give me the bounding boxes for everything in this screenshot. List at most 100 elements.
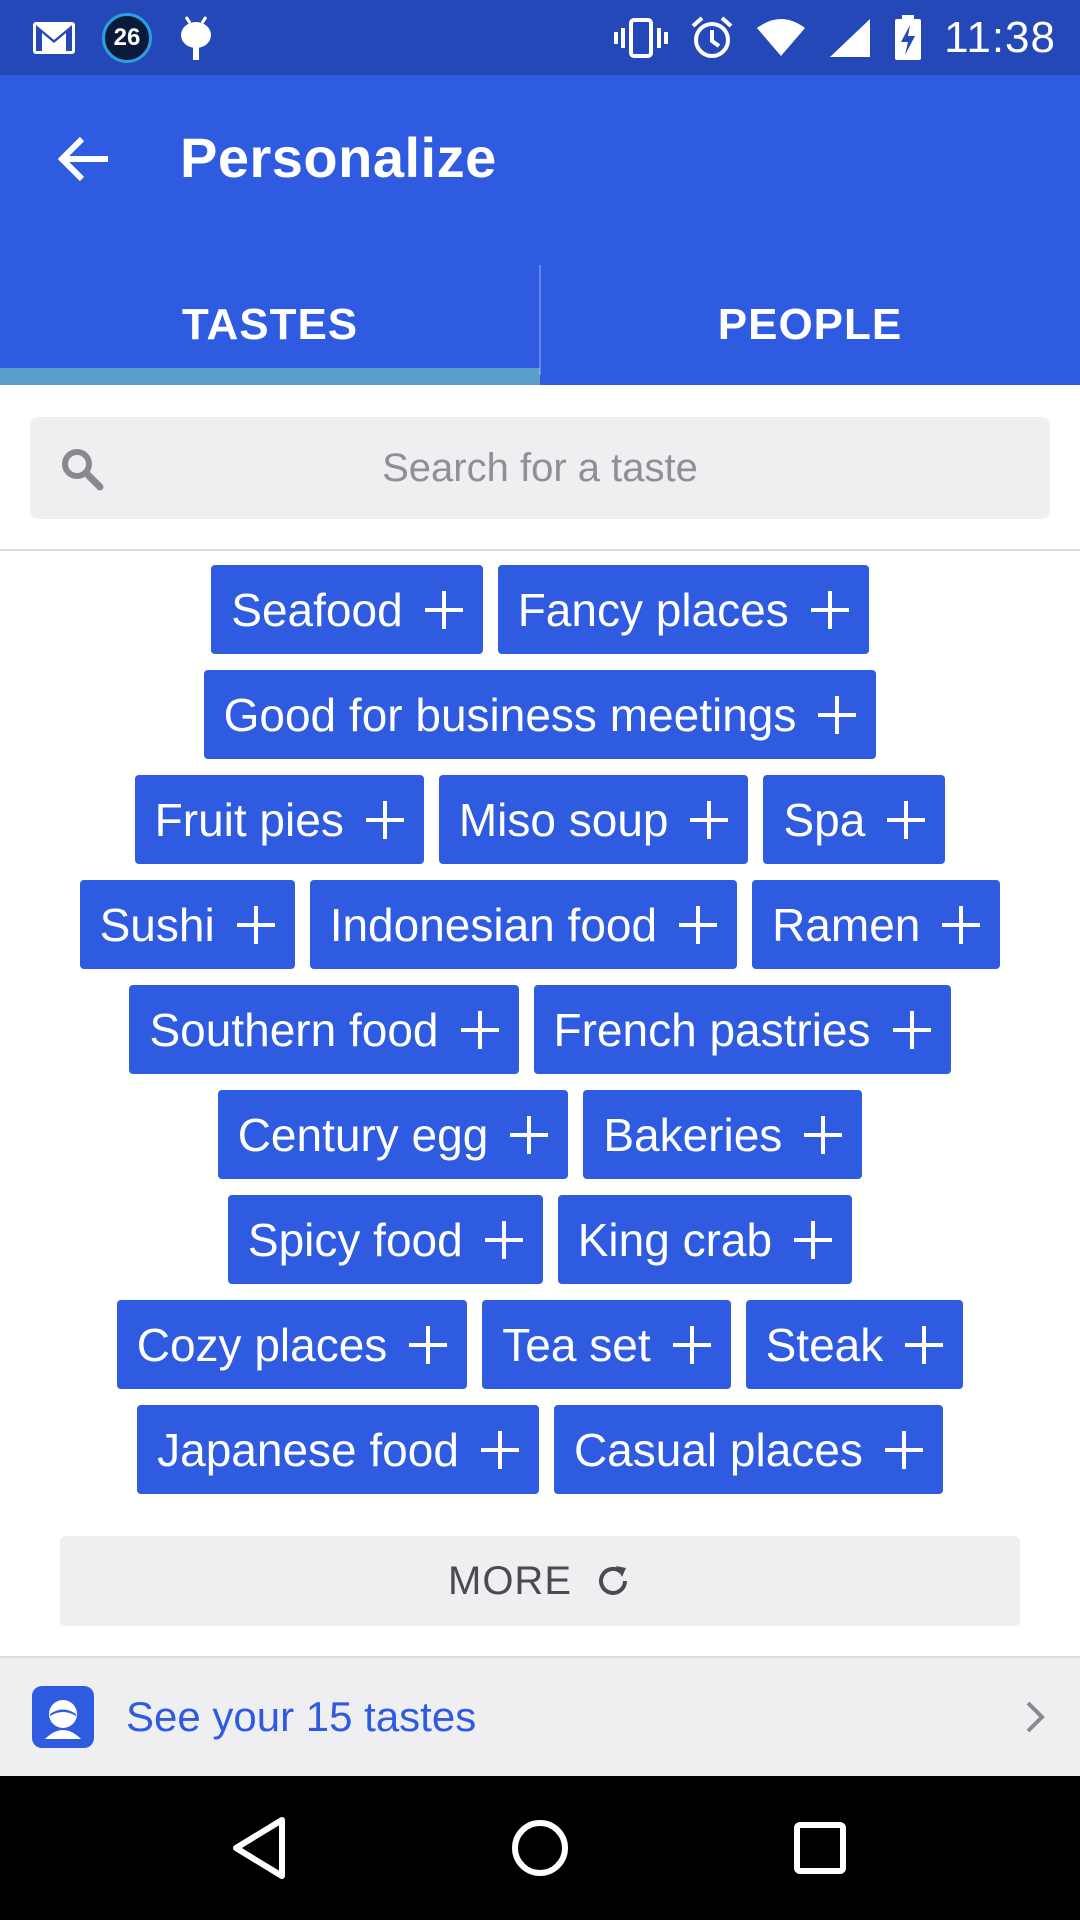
taste-chip-label: Indonesian food	[329, 898, 658, 951]
chip-row: Good for business meetings	[40, 670, 1040, 759]
plus-icon	[424, 590, 463, 629]
nav-home-button[interactable]	[500, 1808, 580, 1888]
plus-icon	[690, 800, 729, 839]
plus-icon	[679, 905, 718, 944]
taste-chip[interactable]: Good for business meetings	[203, 670, 877, 759]
plus-icon	[942, 905, 981, 944]
divider	[0, 549, 1080, 551]
avatar	[32, 1686, 94, 1748]
taste-chip[interactable]: Southern food	[129, 985, 519, 1074]
plus-icon	[804, 1115, 843, 1154]
plus-icon	[884, 1430, 923, 1469]
status-left: 26	[0, 12, 214, 63]
app-bar: Personalize TASTES PEOPLE	[0, 75, 1080, 385]
taste-chip[interactable]: Century egg	[217, 1090, 569, 1179]
taste-chip-label: Cozy places	[136, 1318, 388, 1371]
arrow-back-icon	[58, 136, 108, 182]
more-button-label: MORE	[448, 1558, 572, 1603]
taste-chip-label: Steak	[765, 1318, 884, 1371]
wifi-icon	[757, 18, 806, 56]
plus-icon	[887, 800, 926, 839]
taste-chip-label: Tea set	[502, 1318, 651, 1371]
taste-chip[interactable]: Ramen	[752, 880, 1001, 969]
taste-chip[interactable]: Spicy food	[227, 1195, 543, 1284]
page-title: Personalize	[180, 126, 497, 189]
chip-row: Spicy food King crab	[40, 1195, 1040, 1284]
taste-chip[interactable]: Casual places	[553, 1405, 943, 1494]
taste-chip-label: Sushi	[99, 898, 215, 951]
tab-divider	[539, 265, 541, 375]
chip-row: Southern food French pastries	[40, 985, 1040, 1074]
search-box[interactable]	[30, 417, 1050, 519]
chip-row: Cozy places Tea set Steak	[40, 1300, 1040, 1389]
taste-chip[interactable]: Sushi	[79, 880, 295, 969]
chip-row: Fruit pies Miso soup Spa	[40, 775, 1040, 864]
taste-chip-label: Japanese food	[157, 1423, 459, 1476]
nav-home-icon	[512, 1820, 568, 1876]
plus-icon	[409, 1325, 448, 1364]
taste-chip[interactable]: Tea set	[482, 1300, 731, 1389]
notification-badge-icon: 26	[102, 12, 152, 63]
nav-recents-button[interactable]	[780, 1808, 860, 1888]
taste-chip-label: Fruit pies	[154, 793, 344, 846]
plus-icon	[794, 1220, 833, 1259]
plus-icon	[818, 695, 857, 734]
plus-icon	[484, 1220, 523, 1259]
search-input[interactable]	[30, 417, 1050, 519]
taste-chip[interactable]: Seafood	[211, 565, 483, 654]
status-bar: 26 11:38	[0, 0, 1080, 75]
taste-chip[interactable]: Indonesian food	[309, 880, 738, 969]
taste-chip-label: Good for business meetings	[223, 688, 797, 741]
taste-chip[interactable]: Steak	[745, 1300, 964, 1389]
plus-icon	[510, 1115, 549, 1154]
taste-chip[interactable]: Fruit pies	[134, 775, 424, 864]
taste-chip[interactable]: Japanese food	[137, 1405, 539, 1494]
tab-people[interactable]: PEOPLE	[540, 265, 1080, 385]
taste-chip-label: King crab	[577, 1213, 773, 1266]
tab-tastes-label: TASTES	[181, 300, 359, 349]
plus-icon	[892, 1010, 931, 1049]
plus-icon	[480, 1430, 519, 1469]
status-right: 11:38	[614, 13, 1080, 63]
taste-chip-label: Fancy places	[517, 583, 789, 636]
refresh-icon	[599, 1566, 627, 1595]
taste-chip[interactable]: King crab	[557, 1195, 853, 1284]
taste-chip-label: Ramen	[772, 898, 921, 951]
nav-recents-icon	[794, 1822, 846, 1874]
vibrate-icon	[614, 17, 669, 58]
taste-chip-label: Miso soup	[458, 793, 669, 846]
chevron-right-icon	[1026, 1701, 1045, 1733]
taste-chip[interactable]: Miso soup	[438, 775, 749, 864]
plus-icon	[460, 1010, 499, 1049]
tab-people-label: PEOPLE	[717, 300, 903, 349]
plus-icon	[365, 800, 404, 839]
taste-chip[interactable]: French pastries	[533, 985, 951, 1074]
taste-chips: Seafood Fancy places Good for business mee…	[40, 565, 1040, 1494]
back-button[interactable]	[52, 127, 116, 191]
nav-back-icon	[233, 1817, 285, 1879]
chip-row: Japanese food Casual places	[40, 1405, 1040, 1494]
plus-icon	[905, 1325, 944, 1364]
see-tastes-label: See your 15 tastes	[126, 1693, 477, 1740]
taste-chip[interactable]: Cozy places	[116, 1300, 468, 1389]
nav-back-button[interactable]	[220, 1808, 300, 1888]
chip-row: Sushi Indonesian food Ramen	[40, 880, 1040, 969]
plus-icon	[672, 1325, 711, 1364]
taste-chip[interactable]: Spa	[763, 775, 946, 864]
taste-chip[interactable]: Bakeries	[583, 1090, 863, 1179]
taste-chip[interactable]: Fancy places	[497, 565, 869, 654]
taste-chip-label: French pastries	[553, 1003, 871, 1056]
plus-icon	[810, 590, 849, 629]
alarm-icon	[691, 16, 733, 58]
gmail-icon	[33, 21, 75, 54]
tab-tastes[interactable]: TASTES	[0, 265, 540, 385]
taste-chip-label: Spa	[783, 793, 866, 846]
search-icon	[62, 449, 104, 491]
taste-chip-label: Southern food	[149, 1003, 439, 1056]
see-tastes-bar[interactable]: See your 15 tastes	[0, 1656, 1080, 1776]
chip-row: Seafood Fancy places	[40, 565, 1040, 654]
chip-row: Century egg Bakeries	[40, 1090, 1040, 1179]
more-button[interactable]: MORE	[60, 1536, 1020, 1626]
tab-active-indicator	[0, 368, 540, 385]
android-debug-icon	[181, 15, 211, 60]
